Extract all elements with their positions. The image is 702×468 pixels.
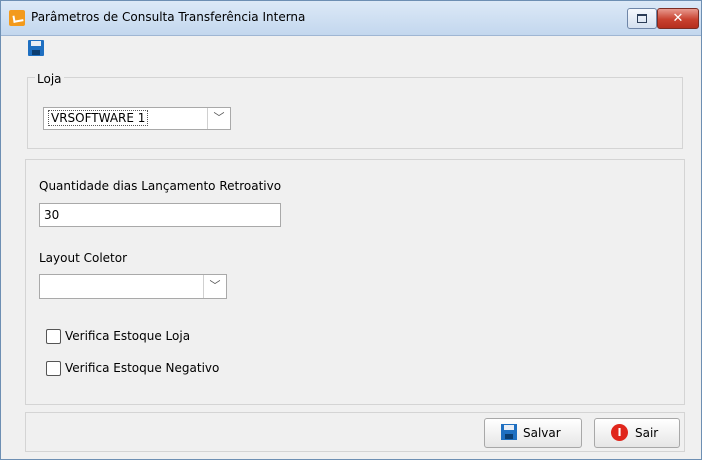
loja-select-value: VRSOFTWARE 1 [48, 110, 149, 126]
quantidade-input[interactable] [39, 203, 281, 227]
chevron-down-icon: ﹀ [207, 108, 230, 129]
loja-select[interactable]: VRSOFTWARE 1 ﹀ [43, 107, 231, 130]
dialog-window: Parâmetros de Consulta Transferência Int… [0, 0, 702, 460]
app-logo-icon [9, 10, 25, 26]
window-title: Parâmetros de Consulta Transferência Int… [31, 10, 306, 24]
close-button[interactable]: ✕ [657, 8, 699, 29]
loja-group-label: Loja [35, 72, 64, 86]
chevron-down-icon: ﹀ [203, 275, 226, 298]
toolbar-save-icon[interactable] [28, 40, 44, 56]
save-icon [501, 424, 517, 440]
save-button-label: Salvar [523, 426, 561, 440]
verifica-estoque-negativo-label[interactable]: Verifica Estoque Negativo [65, 361, 219, 375]
layout-coletor-label: Layout Coletor [39, 251, 128, 265]
restore-button[interactable] [627, 8, 657, 29]
verifica-estoque-negativo-checkbox[interactable] [46, 361, 61, 376]
loja-panel: Loja VRSOFTWARE 1 ﹀ [27, 72, 683, 149]
close-icon: ✕ [672, 11, 684, 26]
title-bar[interactable]: Parâmetros de Consulta Transferência Int… [1, 1, 701, 36]
quantidade-label: Quantidade dias Lançamento Retroativo [39, 179, 282, 193]
button-bar: Salvar I Sair [25, 412, 685, 452]
save-button[interactable]: Salvar [484, 418, 582, 448]
parameters-panel: Quantidade dias Lançamento Retroativo La… [25, 159, 685, 405]
power-icon: I [611, 424, 628, 441]
layout-coletor-select[interactable]: ﹀ [39, 274, 227, 299]
verifica-estoque-loja-checkbox[interactable] [46, 329, 61, 344]
exit-button-label: Sair [635, 426, 659, 440]
exit-button[interactable]: I Sair [594, 418, 680, 448]
verifica-estoque-loja-label[interactable]: Verifica Estoque Loja [65, 329, 190, 343]
